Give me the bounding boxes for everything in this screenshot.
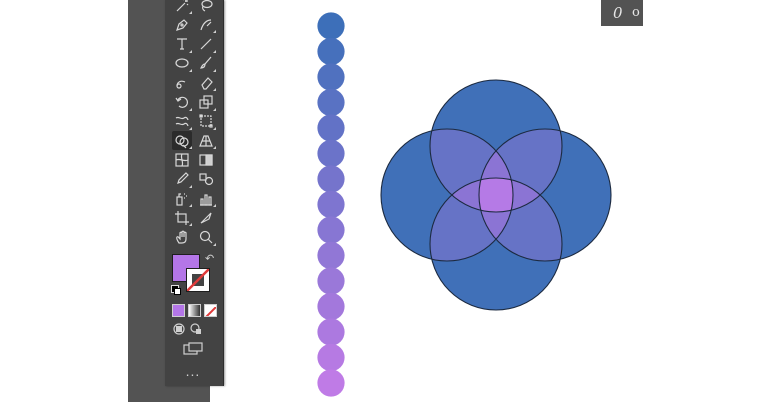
venn-artwork[interactable] bbox=[0, 0, 768, 402]
